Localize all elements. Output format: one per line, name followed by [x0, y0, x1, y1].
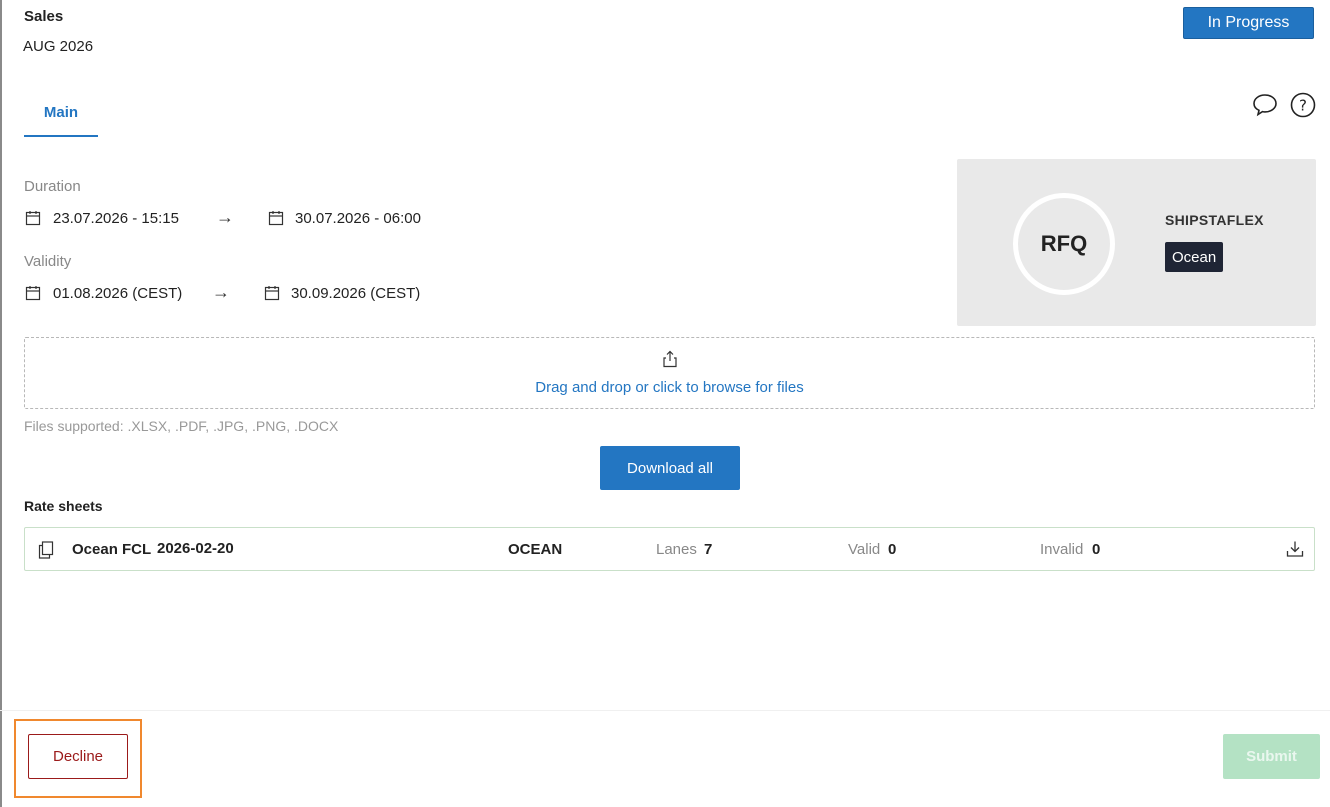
table-row[interactable]: Ocean FCL 2026-02-20 OCEAN Lanes 7 Valid…: [24, 527, 1315, 571]
rate-sheet-date: 2026-02-20: [157, 540, 234, 557]
footer-divider: [0, 710, 1330, 711]
mode-tag: Ocean: [1165, 242, 1224, 272]
valid-label: Valid: [848, 541, 881, 558]
tab-main[interactable]: Main: [24, 100, 98, 136]
duration-start: 23.07.2026 - 15:15: [53, 210, 179, 227]
duration-label: Duration: [24, 178, 81, 195]
chat-icon[interactable]: [1252, 92, 1278, 118]
validity-label: Validity: [24, 253, 72, 270]
submit-button[interactable]: Submit: [1223, 734, 1320, 779]
dropzone-prompt[interactable]: Drag and drop or click to browse for fil…: [25, 379, 1314, 396]
file-dropzone[interactable]: Drag and drop or click to browse for fil…: [24, 337, 1315, 409]
calendar-icon: [25, 210, 41, 226]
invalid-label: Invalid: [1040, 541, 1084, 558]
lanes-count: 7: [704, 541, 713, 558]
page-title: Sales: [24, 8, 64, 25]
supported-files-note: Files supported: .XLSX, .PDF, .JPG, .PNG…: [24, 418, 339, 434]
validity-end: 30.09.2026 (CEST): [291, 285, 421, 302]
download-all-button[interactable]: Download all: [600, 446, 740, 490]
arrow-right-icon: →: [212, 282, 230, 302]
carrier-name: SHIPSTAFLEX: [1165, 212, 1264, 228]
invalid-count: 0: [1092, 541, 1101, 558]
svg-text:?: ?: [1299, 97, 1307, 115]
help-icon[interactable]: ?: [1290, 92, 1316, 118]
calendar-icon: [264, 285, 280, 301]
left-border: [0, 0, 2, 807]
rfq-badge: RFQ: [1013, 193, 1115, 295]
arrow-right-icon: →: [216, 207, 234, 227]
tab-active-indicator: [24, 135, 98, 137]
calendar-icon: [25, 285, 41, 301]
period-label: AUG 2026: [23, 38, 94, 55]
calendar-icon: [268, 210, 284, 226]
duration-end: 30.07.2026 - 06:00: [295, 210, 421, 227]
document-copy-icon: [38, 541, 54, 559]
decline-button[interactable]: Decline: [28, 734, 128, 779]
rate-sheets-title: Rate sheets: [24, 498, 103, 514]
rate-sheet-mode: OCEAN: [508, 541, 563, 558]
lanes-label: Lanes: [656, 541, 697, 558]
status-badge: In Progress: [1183, 7, 1314, 39]
upload-icon: [662, 350, 678, 368]
rfq-card: RFQ SHIPSTAFLEX Ocean: [957, 159, 1316, 326]
rate-sheet-name: Ocean FCL: [72, 541, 152, 558]
download-icon[interactable]: [1286, 540, 1304, 558]
valid-count: 0: [888, 541, 897, 558]
validity-start: 01.08.2026 (CEST): [53, 285, 183, 302]
